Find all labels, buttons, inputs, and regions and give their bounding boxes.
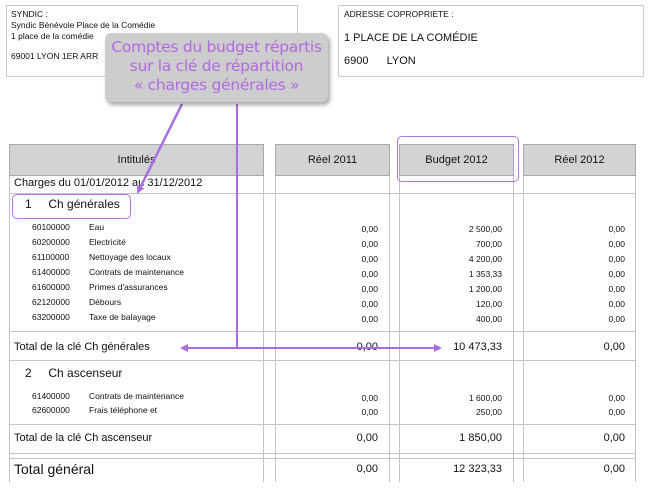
- annotation-line-3: « charges générales »: [133, 76, 300, 94]
- annotation-callout: Comptes du budget répartis sur la clé de…: [105, 33, 328, 102]
- annotation-line-1: Comptes du budget répartis: [111, 38, 322, 56]
- arrow-to-group: [136, 103, 184, 194]
- annotation-line-2: sur la clé de répartition: [129, 57, 304, 75]
